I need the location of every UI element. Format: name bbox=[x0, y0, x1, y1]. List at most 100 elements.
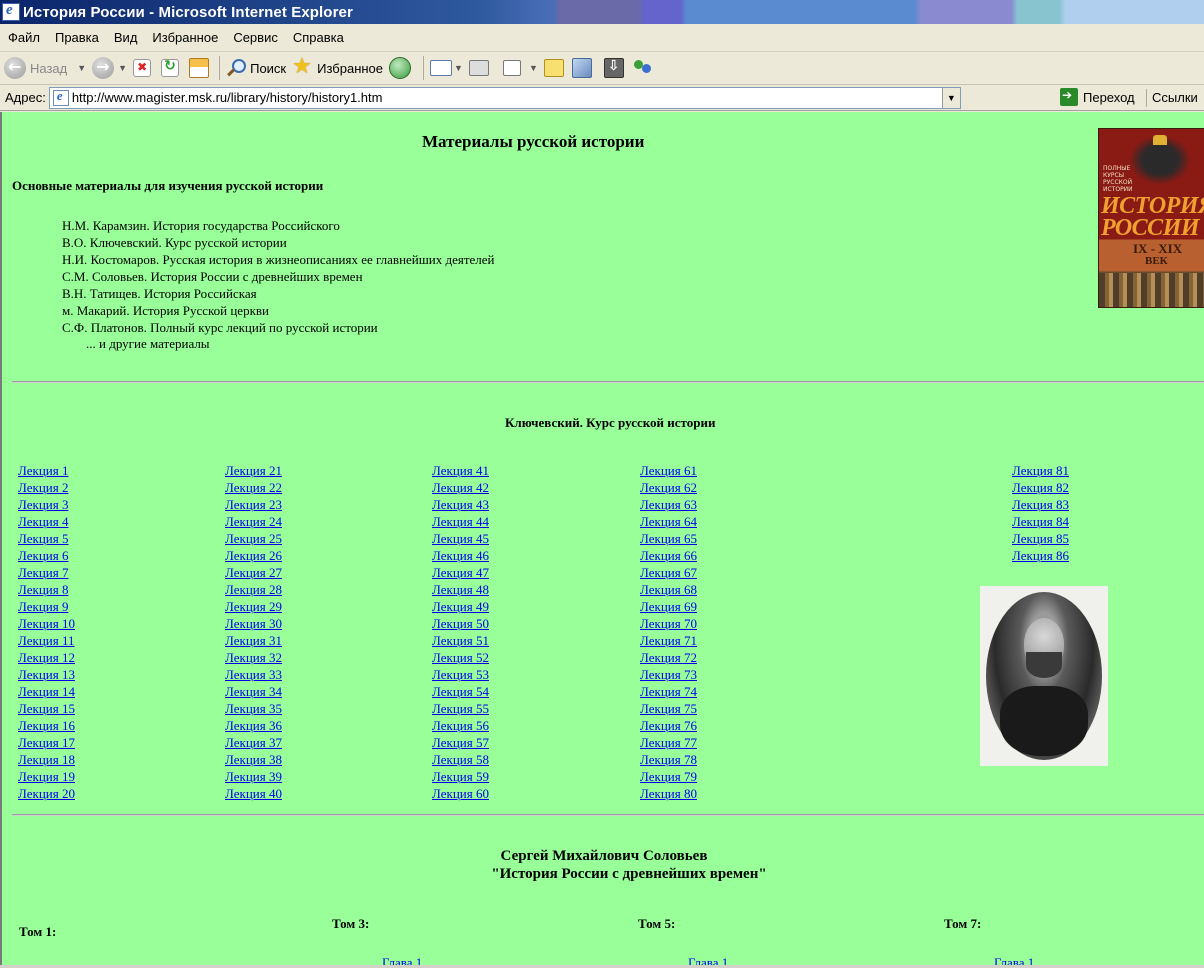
discuss-note-icon[interactable] bbox=[543, 59, 564, 77]
lecture-link[interactable]: Лекция 84 bbox=[1012, 514, 1069, 529]
lecture-link[interactable]: Лекция 27 bbox=[225, 565, 282, 580]
lecture-link[interactable]: Лекция 29 bbox=[225, 599, 282, 614]
lecture-link[interactable]: Лекция 28 bbox=[225, 582, 282, 597]
lecture-link[interactable]: Лекция 71 bbox=[640, 633, 697, 648]
lecture-link[interactable]: Лекция 23 bbox=[225, 497, 282, 512]
lecture-link[interactable]: Лекция 61 bbox=[640, 463, 697, 478]
lecture-link[interactable]: Лекция 46 bbox=[432, 548, 489, 563]
edit-icon[interactable] bbox=[502, 60, 521, 76]
go-button[interactable]: Переход bbox=[1060, 88, 1135, 106]
lecture-link[interactable]: Лекция 2 bbox=[18, 480, 68, 495]
lecture-link[interactable]: Лекция 16 bbox=[18, 718, 75, 733]
lecture-link[interactable]: Лекция 53 bbox=[432, 667, 489, 682]
lecture-link[interactable]: Лекция 8 bbox=[18, 582, 68, 597]
back-button[interactable]: Назад bbox=[4, 57, 67, 79]
research-icon[interactable] bbox=[571, 58, 592, 78]
lecture-link[interactable]: Лекция 86 bbox=[1012, 548, 1069, 563]
lecture-link[interactable]: Лекция 55 bbox=[432, 701, 489, 716]
lecture-link[interactable]: Лекция 12 bbox=[18, 650, 75, 665]
lecture-link[interactable]: Лекция 56 bbox=[432, 718, 489, 733]
lecture-link[interactable]: Лекция 77 bbox=[640, 735, 697, 750]
lecture-link[interactable]: Лекция 78 bbox=[640, 752, 697, 767]
print-icon[interactable] bbox=[468, 60, 489, 76]
lecture-link[interactable]: Лекция 9 bbox=[18, 599, 68, 614]
lecture-link[interactable]: Лекция 6 bbox=[18, 548, 68, 563]
menu-favorites[interactable]: Избранное bbox=[152, 30, 218, 45]
lecture-link[interactable]: Лекция 25 bbox=[225, 531, 282, 546]
lecture-link[interactable]: Лекция 38 bbox=[225, 752, 282, 767]
lecture-link[interactable]: Лекция 36 bbox=[225, 718, 282, 733]
lecture-link[interactable]: Лекция 44 bbox=[432, 514, 489, 529]
menu-file[interactable]: Файл bbox=[8, 30, 40, 45]
lecture-link[interactable]: Лекция 54 bbox=[432, 684, 489, 699]
lecture-link[interactable]: Лекция 76 bbox=[640, 718, 697, 733]
lecture-link[interactable]: Лекция 7 bbox=[18, 565, 68, 580]
forward-history-dropdown-icon[interactable]: ▼ bbox=[118, 63, 127, 73]
lecture-link[interactable]: Лекция 11 bbox=[18, 633, 74, 648]
lecture-link[interactable]: Лекция 1 bbox=[18, 463, 68, 478]
menu-help[interactable]: Справка bbox=[293, 30, 344, 45]
lecture-link[interactable]: Лекция 13 bbox=[18, 667, 75, 682]
lecture-link[interactable]: Лекция 37 bbox=[225, 735, 282, 750]
menu-edit[interactable]: Правка bbox=[55, 30, 99, 45]
lecture-link[interactable]: Лекция 67 bbox=[640, 565, 697, 580]
lecture-link[interactable]: Лекция 35 bbox=[225, 701, 282, 716]
lecture-link[interactable]: Лекция 52 bbox=[432, 650, 489, 665]
mail-dropdown-icon[interactable]: ▼ bbox=[454, 63, 463, 73]
lecture-link[interactable]: Лекция 85 bbox=[1012, 531, 1069, 546]
lecture-link[interactable]: Лекция 58 bbox=[432, 752, 489, 767]
favorites-button[interactable]: Избранное bbox=[292, 54, 383, 79]
lecture-link[interactable]: Лекция 43 bbox=[432, 497, 489, 512]
tom-3-chapter-link[interactable]: Глава 1 bbox=[382, 955, 422, 965]
lecture-link[interactable]: Лекция 47 bbox=[432, 565, 489, 580]
lecture-link[interactable]: Лекция 39 bbox=[225, 769, 282, 784]
lecture-link[interactable]: Лекция 20 bbox=[18, 786, 75, 801]
lecture-link[interactable]: Лекция 15 bbox=[18, 701, 75, 716]
address-dropdown-icon[interactable]: ▼ bbox=[941, 87, 960, 108]
home-icon[interactable] bbox=[189, 58, 210, 78]
back-history-dropdown-icon[interactable]: ▼ bbox=[77, 63, 86, 73]
lecture-link[interactable]: Лекция 68 bbox=[640, 582, 697, 597]
address-input[interactable] bbox=[71, 90, 932, 105]
tom-7-chapter-link[interactable]: Глава 1 bbox=[994, 955, 1034, 965]
lecture-link[interactable]: Лекция 45 bbox=[432, 531, 489, 546]
lecture-link[interactable]: Лекция 48 bbox=[432, 582, 489, 597]
lecture-link[interactable]: Лекция 5 bbox=[18, 531, 68, 546]
lecture-link[interactable]: Лекция 80 bbox=[640, 786, 697, 801]
lecture-link[interactable]: Лекция 41 bbox=[432, 463, 489, 478]
lecture-link[interactable]: Лекция 65 bbox=[640, 531, 697, 546]
stop-icon[interactable] bbox=[133, 59, 152, 77]
lecture-link[interactable]: Лекция 73 bbox=[640, 667, 697, 682]
address-field[interactable]: ▼ bbox=[48, 86, 961, 109]
lecture-link[interactable]: Лекция 18 bbox=[18, 752, 75, 767]
links-button[interactable]: Ссылки bbox=[1152, 90, 1198, 105]
lecture-link[interactable]: Лекция 21 bbox=[225, 463, 282, 478]
lecture-link[interactable]: Лекция 59 bbox=[432, 769, 489, 784]
lecture-link[interactable]: Лекция 40 bbox=[225, 786, 282, 801]
lecture-link[interactable]: Лекция 82 bbox=[1012, 480, 1069, 495]
lecture-link[interactable]: Лекция 51 bbox=[432, 633, 489, 648]
mail-icon[interactable] bbox=[430, 60, 453, 76]
menu-view[interactable]: Вид bbox=[114, 30, 138, 45]
tom-5-chapter-link[interactable]: Глава 1 bbox=[688, 955, 728, 965]
lecture-link[interactable]: Лекция 60 bbox=[432, 786, 489, 801]
lecture-link[interactable]: Лекция 17 bbox=[18, 735, 75, 750]
lecture-link[interactable]: Лекция 62 bbox=[640, 480, 697, 495]
lecture-link[interactable]: Лекция 31 bbox=[225, 633, 282, 648]
lecture-link[interactable]: Лекция 69 bbox=[640, 599, 697, 614]
lecture-link[interactable]: Лекция 50 bbox=[432, 616, 489, 631]
lecture-link[interactable]: Лекция 72 bbox=[640, 650, 697, 665]
lecture-link[interactable]: Лекция 34 bbox=[225, 684, 282, 699]
lecture-link[interactable]: Лекция 22 bbox=[225, 480, 282, 495]
lecture-link[interactable]: Лекция 70 bbox=[640, 616, 697, 631]
lecture-link[interactable]: Лекция 3 bbox=[18, 497, 68, 512]
media-icon[interactable] bbox=[389, 57, 412, 79]
forward-arrow-icon[interactable] bbox=[92, 57, 115, 79]
lecture-link[interactable]: Лекция 33 bbox=[225, 667, 282, 682]
lecture-link[interactable]: Лекция 81 bbox=[1012, 463, 1069, 478]
lecture-link[interactable]: Лекция 14 bbox=[18, 684, 75, 699]
download-box-icon[interactable] bbox=[603, 58, 624, 78]
lecture-link[interactable]: Лекция 24 bbox=[225, 514, 282, 529]
lecture-link[interactable]: Лекция 30 bbox=[225, 616, 282, 631]
lecture-link[interactable]: Лекция 66 bbox=[640, 548, 697, 563]
